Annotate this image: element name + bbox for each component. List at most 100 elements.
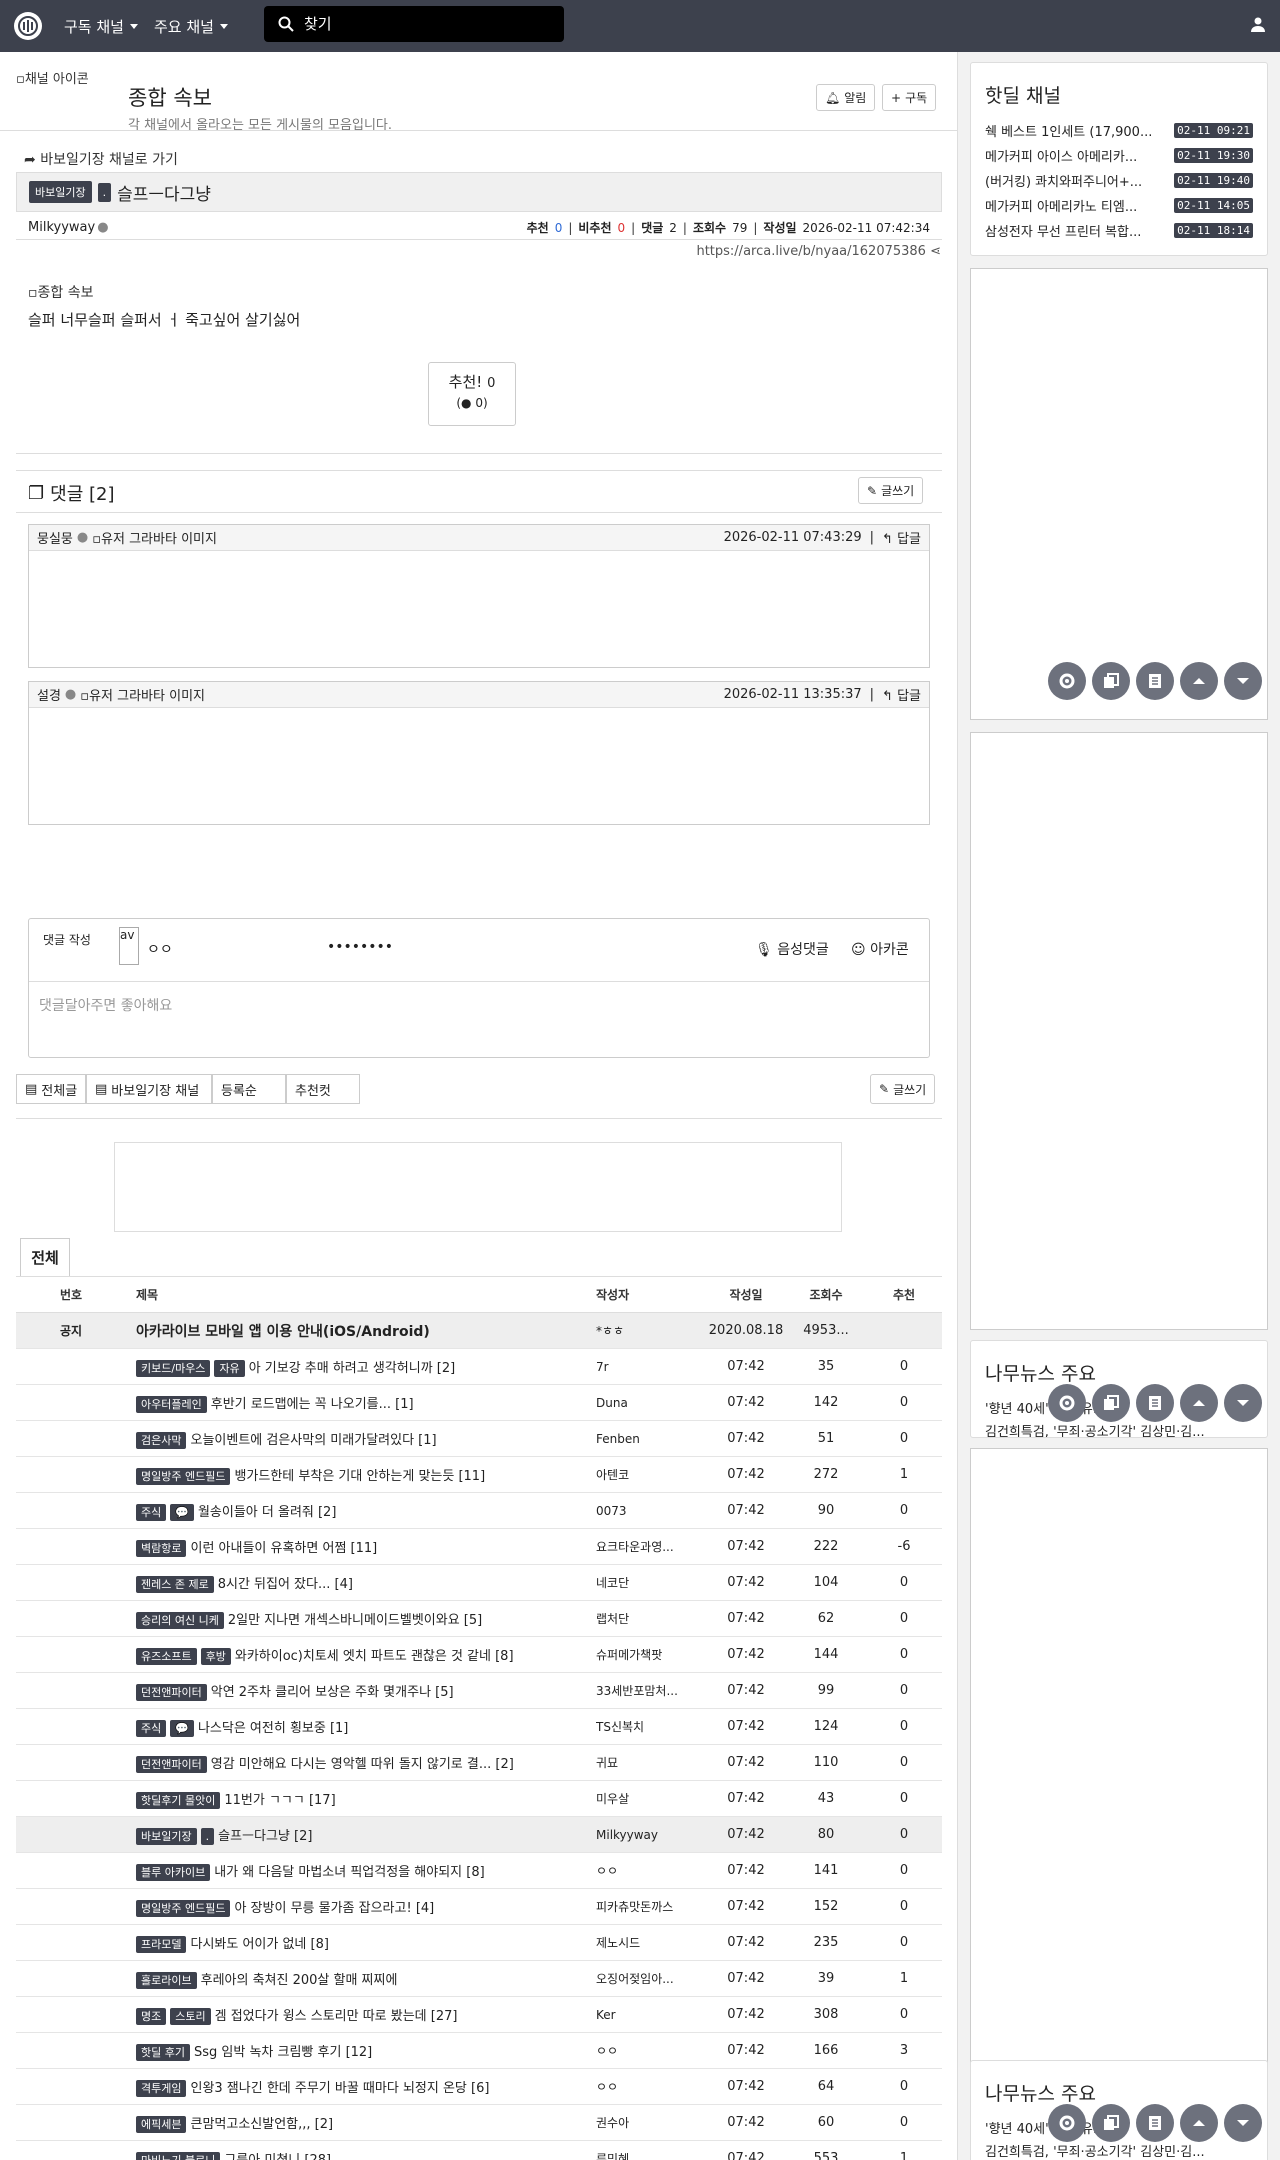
notice-author[interactable]: *ㅎㅎ xyxy=(596,1312,706,1349)
arrow-up-icon[interactable] xyxy=(1180,2104,1218,2142)
table-row[interactable]: 블루 아카이브 내가 왜 다음달 마법소녀 픽업걱정을 해야되지 [8] ㅇㅇ 07:… xyxy=(16,1852,942,1889)
row-title[interactable]: 월송이들아 더 올려줘 [2] xyxy=(198,1505,336,1520)
arrow-down-icon[interactable] xyxy=(1224,662,1262,700)
hotdeal-item[interactable]: (버거킹) 콰치와퍼주니어+... 02-11 19:40 xyxy=(971,168,1267,193)
row-author[interactable]: 요크타운과영... xyxy=(596,1528,706,1565)
row-title-cell[interactable]: 승리의 여신 니케 2일만 지나면 개섹스바니메이드벨벳이와요 [5] xyxy=(126,1600,596,1637)
category-badge[interactable]: 바보일기장 xyxy=(29,181,92,203)
row-title-cell[interactable]: 유즈소프트 후방 와카하이oc)치토세 엣치 파트도 괜찮은 것 같네 [8] xyxy=(126,1636,596,1673)
table-row[interactable]: 에픽세븐 큰맘먹고소신발언함,,, [2] 권수아 07:42 60 0 xyxy=(16,2104,942,2141)
row-title[interactable]: 겜 접었다가 윙스 스토리만 따로 봤는데 [27] xyxy=(215,2009,458,2024)
row-author[interactable]: Fenben xyxy=(596,1420,706,1457)
comment-textarea[interactable]: 댓글달아주면 좋아해요 xyxy=(39,995,172,1015)
row-author[interactable]: 33세반포맘처... xyxy=(596,1672,706,1709)
row-author[interactable]: 피카츄맛돈까스 xyxy=(596,1888,706,1925)
reply-button[interactable]: ↰ 답글 xyxy=(882,528,921,547)
share-icon[interactable]: ⋖ xyxy=(930,244,941,259)
news-item[interactable]: 김건희특검, '무죄·공소기각' 김상민·김... xyxy=(971,1421,1267,1437)
row-title-cell[interactable]: 마비노기 블로니그룩아 미쳤니 [28] xyxy=(126,2140,596,2160)
arrow-up-icon[interactable] xyxy=(1180,662,1218,700)
row-title-cell[interactable]: 프라모델 다시봐도 어이가 없네 [8] xyxy=(126,1924,596,1961)
subscribe-button[interactable]: + 구독 xyxy=(882,84,937,111)
list-icon[interactable] xyxy=(1136,662,1174,700)
row-author[interactable]: ㅇㅇ xyxy=(596,2068,706,2105)
row-title-cell[interactable]: 던전앤파이터 영감 미안해요 다시는 영악헬 따위 돌지 않기로 결... [2] xyxy=(126,1744,596,1781)
row-title-cell[interactable]: 격투게임 인왕3 잼나긴 한데 주무기 바꿀 때마다 뇌정지 온당 [6] xyxy=(126,2068,596,2105)
table-row[interactable]: 바보일기장. 슬프ㅡ다그냥 [2] Milkyyway 07:42 80 0 xyxy=(16,1816,942,1853)
subscribed-channels-menu[interactable]: 구독 채널 xyxy=(64,16,138,37)
row-title[interactable]: 인왕3 잼나긴 한데 주무기 바꿀 때마다 뇌정지 온당 [6] xyxy=(190,2081,489,2096)
comment-author[interactable]: 설경 xyxy=(37,685,61,704)
search-input[interactable] xyxy=(304,15,524,33)
row-title[interactable]: 영감 미안해요 다시는 영악헬 따위 돌지 않기로 결... [2] xyxy=(211,1757,514,1772)
row-author[interactable]: ㅇㅇ xyxy=(596,1852,706,1889)
row-title[interactable]: 2일만 지나면 개섹스바니메이드벨벳이와요 [5] xyxy=(228,1613,482,1628)
gear-icon[interactable] xyxy=(1048,2104,1086,2142)
row-author[interactable]: 제노시드 xyxy=(596,1924,706,1961)
row-title[interactable]: 그룩아 미쳤니 [28] xyxy=(224,2153,331,2160)
table-row[interactable]: 명조 스토리 겜 접었다가 윙스 스토리만 따로 봤는데 [27] Ker 07:42 3… xyxy=(16,1996,942,2033)
row-title-cell[interactable]: 주식 💬 월송이들아 더 올려줘 [2] xyxy=(126,1492,596,1529)
row-title[interactable]: 후레아의 축쳐진 200살 할매 찌찌에 xyxy=(201,1973,398,1988)
row-title[interactable]: 아 장방이 무릉 물가좀 잡으라고! [4] xyxy=(234,1901,434,1916)
row-title[interactable]: 아 기보강 추매 하려고 생각허니까 [2] xyxy=(249,1361,456,1376)
row-author[interactable]: 권수아 xyxy=(596,2104,706,2141)
tab-channel[interactable]: ▤ 바보일기장 채널 xyxy=(86,1074,212,1104)
row-title-cell[interactable]: 던전앤파이터 악연 2주차 클리어 보상은 주화 몇개주나 [5] xyxy=(126,1672,596,1709)
row-title-cell[interactable]: 명조 스토리 겜 접었다가 윙스 스토리만 따로 봤는데 [27] xyxy=(126,1996,596,2033)
row-author[interactable]: 미우살 xyxy=(596,1780,706,1817)
row-title-cell[interactable]: 키보드/마우스 자유 아 기보강 추매 하려고 생각허니까 [2] xyxy=(126,1348,596,1385)
article-author[interactable]: Milkyyway xyxy=(28,220,95,235)
news-title[interactable]: 나무뉴스 주요 xyxy=(971,1341,1267,1386)
nickname-field[interactable]: ㅇㅇ xyxy=(147,939,173,959)
row-title-cell[interactable]: 아우터플레인 후반기 로드맵에는 꼭 나오기를... [1] xyxy=(126,1384,596,1421)
password-field[interactable]: •••••••• xyxy=(327,939,393,955)
row-title[interactable]: 11번가 ㄱㄱㄱ [17] xyxy=(224,1793,335,1808)
row-author[interactable]: 귀묘 xyxy=(596,1744,706,1781)
list-icon[interactable] xyxy=(1136,2104,1174,2142)
comment-write-button[interactable]: ✎ 글쓰기 xyxy=(858,477,924,504)
news-item[interactable]: 김건희특검, '무죄·공소기각' 김상민·김... xyxy=(971,2141,1267,2160)
row-title-cell[interactable]: 핫딜후기 몰앗이 11번가 ㄱㄱㄱ [17] xyxy=(126,1780,596,1817)
news-title[interactable]: 나무뉴스 주요 xyxy=(971,2061,1267,2106)
hotdeal-item[interactable]: 메가커피 아이스 아메리카... 02-11 19:30 xyxy=(971,143,1267,168)
tab-all-posts[interactable]: ▤ 전체글 xyxy=(16,1074,86,1104)
table-row[interactable]: 마비노기 블로니그룩아 미쳤니 [28]루민혜07:425531 xyxy=(16,2140,942,2160)
row-title-cell[interactable]: 명일방주 엔드필드 뱅가드한테 부착은 기대 안하는게 맞는듯 [11] xyxy=(126,1456,596,1493)
table-row[interactable]: 주식 💬 월송이들아 더 올려줘 [2] 0073 07:42 90 0 xyxy=(16,1492,942,1529)
search-icon[interactable] xyxy=(278,16,294,32)
row-title[interactable]: 뱅가드한테 부착은 기대 안하는게 맞는듯 [11] xyxy=(234,1469,485,1484)
row-title-cell[interactable]: 벽람항로 이런 아내들이 유혹하면 어쩜 [11] xyxy=(126,1528,596,1565)
row-title[interactable]: 이런 아내들이 유혹하면 어쩜 [11] xyxy=(190,1541,377,1556)
tab-sort-order[interactable]: 등록순 xyxy=(212,1074,286,1104)
row-title[interactable]: 와카하이oc)치토세 엣치 파트도 괜찮은 것 같네 [8] xyxy=(235,1649,514,1664)
table-row[interactable]: 던전앤파이터 영감 미안해요 다시는 영악헬 따위 돌지 않기로 결... [2]… xyxy=(16,1744,942,1781)
row-author[interactable]: 오징어젖임아... xyxy=(596,1960,706,1997)
alarm-button[interactable]: 🔔︎ 알림 xyxy=(816,84,876,111)
row-author[interactable]: TS신복치 xyxy=(596,1708,706,1745)
hotdeal-item[interactable]: 메가커피 아메리카노 티엠... 02-11 14:05 xyxy=(971,193,1267,218)
table-row[interactable]: 명일방주 엔드필드 뱅가드한테 부착은 기대 안하는게 맞는듯 [11] 아텐코 07… xyxy=(16,1456,942,1493)
table-row[interactable]: 프라모델 다시봐도 어이가 없네 [8] 제노시드 07:42 235 0 xyxy=(16,1924,942,1961)
copy-icon[interactable] xyxy=(1092,1384,1130,1422)
table-row[interactable]: 유즈소프트 후방 와카하이oc)치토세 엣치 파트도 괜찮은 것 같네 [8] 슈퍼메… xyxy=(16,1636,942,1673)
row-author[interactable]: Ker xyxy=(596,1996,706,2033)
row-author[interactable]: 7r xyxy=(596,1348,706,1385)
table-row[interactable]: 명일방주 엔드필드 아 장방이 무릉 물가좀 잡으라고! [4] 피카츄맛돈까스 07… xyxy=(16,1888,942,1925)
arcacon-button[interactable]: ☺ 아카콘 xyxy=(851,939,909,959)
reply-button[interactable]: ↰ 답글 xyxy=(882,685,921,704)
notice-row[interactable]: 공지 아카라이브 모바일 앱 이용 안내(iOS/Android) *ㅎㅎ 20… xyxy=(16,1312,942,1349)
arca-logo-icon[interactable] xyxy=(14,12,42,40)
row-author[interactable]: 슈퍼메가책팟 xyxy=(596,1636,706,1673)
row-author[interactable]: 네코단 xyxy=(596,1564,706,1601)
row-author[interactable]: Milkyyway xyxy=(596,1816,706,1853)
row-author[interactable]: 랩처단 xyxy=(596,1600,706,1637)
row-title-cell[interactable]: 홀로라이브 후레아의 축쳐진 200살 할매 찌찌에 xyxy=(126,1960,596,1997)
table-row[interactable]: 아우터플레인 후반기 로드맵에는 꼭 나오기를... [1] Duna 07:42 14… xyxy=(16,1384,942,1421)
table-row[interactable]: 벽람항로 이런 아내들이 유혹하면 어쩜 [11] 요크타운과영... 07:42 22… xyxy=(16,1528,942,1565)
tab-recommend-cut[interactable]: 추천컷 xyxy=(286,1074,360,1104)
row-title-cell[interactable]: 블루 아카이브 내가 왜 다음달 마법소녀 픽업걱정을 해야되지 [8] xyxy=(126,1852,596,1889)
gear-icon[interactable] xyxy=(1048,662,1086,700)
board-tab-all[interactable]: 전체 xyxy=(20,1238,70,1276)
row-title-cell[interactable]: 주식 💬 나스닥은 여전히 횡보중 [1] xyxy=(126,1708,596,1745)
